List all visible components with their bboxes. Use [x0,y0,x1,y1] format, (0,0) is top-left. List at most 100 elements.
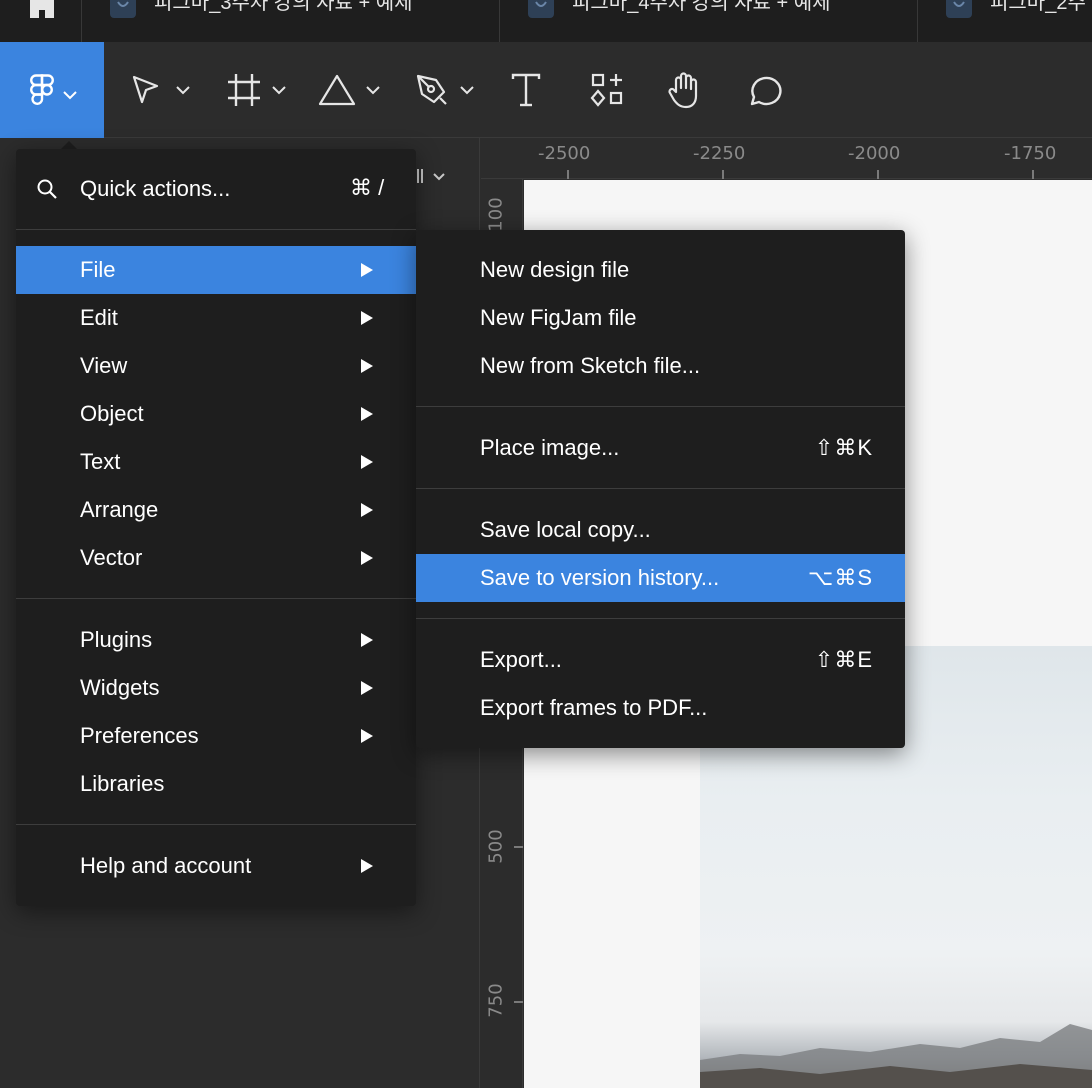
main-menu-button[interactable] [0,42,104,138]
menu-divider [416,488,905,489]
menu-item-object[interactable]: Object [16,390,416,438]
file-tab-3[interactable]: 피그마_2주 [918,0,1092,42]
menu-item-label: Plugins [80,627,153,652]
submenu-arrow-icon [361,551,373,565]
menu-item-libraries[interactable]: Libraries [16,760,416,808]
submenu-item-label: New from Sketch file... [480,353,701,378]
submenu-item-label: Place image... [480,435,620,460]
menu-item-arrange[interactable]: Arrange [16,486,416,534]
resources-tool[interactable] [590,42,626,138]
ruler-label: 100 [485,197,507,232]
shortcut-label: ⇧⌘K [814,435,873,460]
ruler-tick [1032,170,1034,179]
submenu-arrow-icon [361,263,373,277]
quick-actions-shortcut: ⌘ / [350,175,385,200]
submenu-item-label: Export frames to PDF... [480,695,708,720]
frame-icon [228,74,260,106]
menu-divider [416,618,905,619]
move-tool[interactable] [130,42,190,138]
menu-item-label: Object [80,401,144,426]
comment-icon [750,76,782,106]
shortcut-label: ⇧⌘E [814,647,873,672]
file-tab-title: 피그마_2주 [990,0,1086,14]
comment-tool[interactable] [746,42,784,138]
new-design-file-item[interactable]: New design file [416,246,905,294]
save-local-copy-item[interactable]: Save local copy... [416,506,905,554]
export-frames-to-pdf-item[interactable]: Export frames to PDF... [416,684,905,732]
menu-item-label: Preferences [80,723,199,748]
pen-icon [416,74,447,105]
new-from-sketch-item[interactable]: New from Sketch file... [416,342,905,390]
save-to-version-history-item[interactable]: Save to version history... ⌥⌘S [416,554,905,602]
menu-item-label: Libraries [80,771,165,796]
submenu-arrow-icon [361,311,373,325]
ruler-label: -2250 [693,143,746,164]
submenu-arrow-icon [361,455,373,469]
shape-tool[interactable] [318,42,380,138]
file-tab-2[interactable]: 피그마_4주차 강의 자료 + 예제 [500,0,918,42]
menu-item-label: Edit [80,305,118,330]
ruler-tick [514,846,523,848]
menu-item-view[interactable]: View [16,342,416,390]
quick-actions-label: Quick actions... [80,176,231,201]
file-submenu: New design file New FigJam file New from… [416,230,905,748]
chevron-down-icon [366,85,380,94]
ruler-tick [567,170,569,179]
menu-item-help-and-account[interactable]: Help and account [16,842,416,890]
main-menu: Quick actions... ⌘ / File Edit View Obje… [16,149,416,906]
hand-tool[interactable] [666,42,706,138]
figma-file-icon [946,0,972,18]
figma-file-icon [528,0,554,18]
submenu-item-label: New FigJam file [480,305,637,330]
figma-logo-icon [30,74,54,106]
place-image-item[interactable]: Place image... ⇧⌘K [416,424,905,472]
toolbar [0,42,1092,138]
triangle-icon [318,74,356,106]
file-tab-title: 피그마_4주차 강의 자료 + 예제 [572,0,831,14]
submenu-item-label: Save to version history... [480,565,720,590]
shortcut-label: ⌥⌘S [807,565,873,590]
menu-item-vector[interactable]: Vector [16,534,416,582]
chevron-down-icon [176,85,190,94]
chevron-down-icon [460,85,474,94]
menu-divider [16,598,416,599]
cursor-icon [132,75,159,104]
figma-file-icon [110,0,136,18]
text-tool[interactable] [510,42,542,138]
menu-item-label: Text [80,449,121,474]
ruler-label: -2000 [848,143,901,164]
search-icon [37,179,57,199]
file-tab-1[interactable]: 피그마_3주차 강의 자료 + 예제 [82,0,500,42]
menu-item-plugins[interactable]: Plugins [16,616,416,664]
resources-icon [590,73,623,107]
menu-item-label: View [80,353,128,378]
menu-item-text[interactable]: Text [16,438,416,486]
text-icon [511,73,541,107]
menu-item-edit[interactable]: Edit [16,294,416,342]
figma-app: 피그마_3주차 강의 자료 + 예제 피그마_4주차 강의 자료 + 예제 피그… [0,0,1092,1088]
menu-item-label: Arrange [80,497,159,522]
menu-divider [16,229,416,230]
submenu-arrow-icon [361,859,373,873]
submenu-item-label: New design file [480,257,630,282]
submenu-arrow-icon [361,503,373,517]
ruler-tick [877,170,879,179]
menu-item-label: Vector [80,545,143,570]
panel-toggle-icon[interactable] [412,166,448,190]
chevron-down-icon [63,91,77,100]
pen-tool[interactable] [414,42,474,138]
ruler-tick [514,1001,523,1003]
menu-divider [16,824,416,825]
frame-tool[interactable] [226,42,286,138]
submenu-arrow-icon [361,407,373,421]
home-icon [30,0,54,18]
menu-divider [416,406,905,407]
menu-item-label: Widgets [80,675,160,700]
home-tab[interactable] [0,0,82,42]
menu-item-file[interactable]: File [16,246,416,294]
new-figjam-file-item[interactable]: New FigJam file [416,294,905,342]
export-item[interactable]: Export... ⇧⌘E [416,636,905,684]
menu-item-widgets[interactable]: Widgets [16,664,416,712]
menu-item-preferences[interactable]: Preferences [16,712,416,760]
submenu-arrow-icon [361,633,373,647]
